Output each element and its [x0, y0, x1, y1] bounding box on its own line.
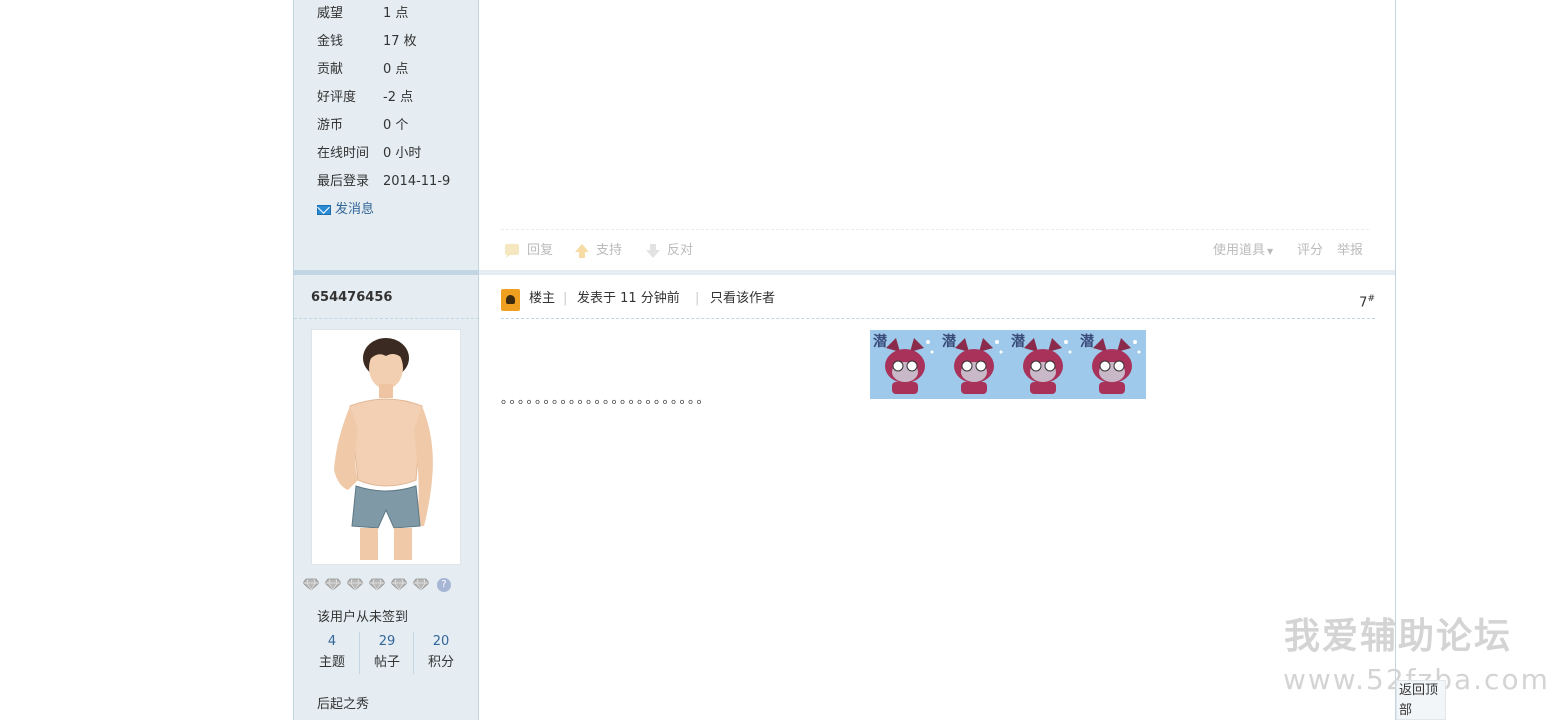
op-label: 楼主 — [529, 291, 556, 306]
user-rank[interactable]: 后起之秀 — [317, 693, 369, 712]
post-separator — [479, 270, 1395, 275]
profile-stat: 好评度 -2 点 — [317, 88, 413, 108]
divider — [501, 318, 1375, 319]
stat-label: 贡献 — [317, 62, 344, 77]
op-badge-icon — [501, 289, 520, 311]
stat-label: 最后登录 — [317, 174, 370, 189]
post-header: 楼主 | 发表于 11 分钟前 | 只看该作者 7# — [501, 289, 1375, 311]
profile-stat: 游币 0 个 — [317, 116, 408, 136]
author-sidebar: 威望 1 点金钱 17 枚贡献 0 点好评度 -2 点游币 0 个在线时间 0 小时 最后登录… — [294, 0, 479, 720]
sticker-image[interactable]: 潜 — [1077, 330, 1146, 399]
diamond-medal-icon[interactable] — [303, 578, 319, 591]
post-separator — [294, 270, 478, 275]
stat-label: 在线时间 — [317, 146, 370, 161]
medal-row: ? — [303, 578, 451, 596]
reply-icon — [505, 243, 519, 258]
diamond-medal-icon[interactable] — [413, 578, 429, 591]
stat-value: 2014-11-9 — [383, 174, 451, 189]
diamond-medal-icon[interactable] — [347, 578, 363, 591]
stat-label: 威望 — [317, 6, 344, 21]
send-message-link[interactable]: 发消息 — [317, 201, 374, 219]
sticker-image[interactable]: 潜 — [870, 330, 939, 399]
stat-value: 1 点 — [383, 6, 409, 21]
stat-value: -2 点 — [383, 90, 414, 105]
profile-stat: 在线时间 0 小时 — [317, 144, 421, 164]
stat-label: 游币 — [317, 118, 344, 133]
sticker-image[interactable]: 潜 — [1008, 330, 1077, 399]
arrow-down-icon — [646, 243, 660, 258]
divider: | — [695, 291, 700, 306]
divider: | — [563, 291, 568, 306]
post-table: 威望 1 点金钱 17 枚贡献 0 点好评度 -2 点游币 0 个在线时间 0 小时 最后登录… — [293, 0, 1396, 720]
post-content: 。。。。。。。。。。。。。。。。。。。。。。。。 — [501, 392, 712, 407]
mail-icon — [317, 204, 331, 215]
sticker-image[interactable]: 潜 — [939, 330, 1008, 399]
author-counts: 4 主题 29 帖子 20 积分 — [305, 632, 467, 676]
back-to-top-button[interactable]: 返回顶部 — [1396, 680, 1446, 720]
sticker-images: 潜潜潜潜 — [870, 330, 1146, 399]
stat-label: 好评度 — [317, 90, 357, 105]
only-author-link[interactable]: 只看该作者 — [710, 289, 775, 309]
use-tool-menu[interactable]: 使用道具 ▼ — [1213, 242, 1273, 261]
rate-button[interactable]: 评分 — [1297, 242, 1323, 260]
divider — [294, 318, 479, 319]
count-posts[interactable]: 29 帖子 — [359, 632, 414, 674]
divider — [501, 229, 1369, 230]
profile-stat: 最后登录 2014-11-9 — [317, 172, 450, 192]
count-credits[interactable]: 20 积分 — [413, 632, 468, 674]
stat-value: 0 个 — [383, 118, 409, 133]
floor-number[interactable]: 7# — [1359, 289, 1375, 313]
stat-label: 金钱 — [317, 34, 344, 49]
checkin-status: 该用户从未签到 — [317, 610, 409, 625]
watermark-title: 我爱辅助论坛 — [1284, 616, 1513, 657]
diamond-medal-icon[interactable] — [325, 578, 341, 591]
stat-value: 0 小时 — [383, 146, 422, 161]
report-button[interactable]: 举报 — [1337, 242, 1363, 260]
avatar-figure — [312, 330, 460, 564]
stat-value: 17 枚 — [383, 34, 417, 49]
diamond-medal-icon[interactable] — [391, 578, 407, 591]
avatar[interactable] — [311, 329, 461, 565]
count-threads[interactable]: 4 主题 — [305, 632, 359, 674]
author-name[interactable]: 654476456 — [311, 290, 392, 305]
chevron-down-icon: ▼ — [1267, 247, 1274, 256]
profile-stat: 威望 1 点 — [317, 4, 408, 24]
help-icon[interactable]: ? — [437, 578, 451, 592]
post-time: 发表于 11 分钟前 — [577, 291, 680, 306]
diamond-medal-icon[interactable] — [369, 578, 385, 591]
reply-button[interactable]: 回复 — [503, 242, 553, 260]
support-button[interactable]: 支持 — [574, 242, 622, 260]
profile-stat: 贡献 0 点 — [317, 60, 408, 80]
arrow-up-icon — [575, 243, 589, 258]
stat-value: 0 点 — [383, 62, 409, 77]
oppose-button[interactable]: 反对 — [645, 242, 693, 260]
profile-stat: 金钱 17 枚 — [317, 32, 417, 52]
